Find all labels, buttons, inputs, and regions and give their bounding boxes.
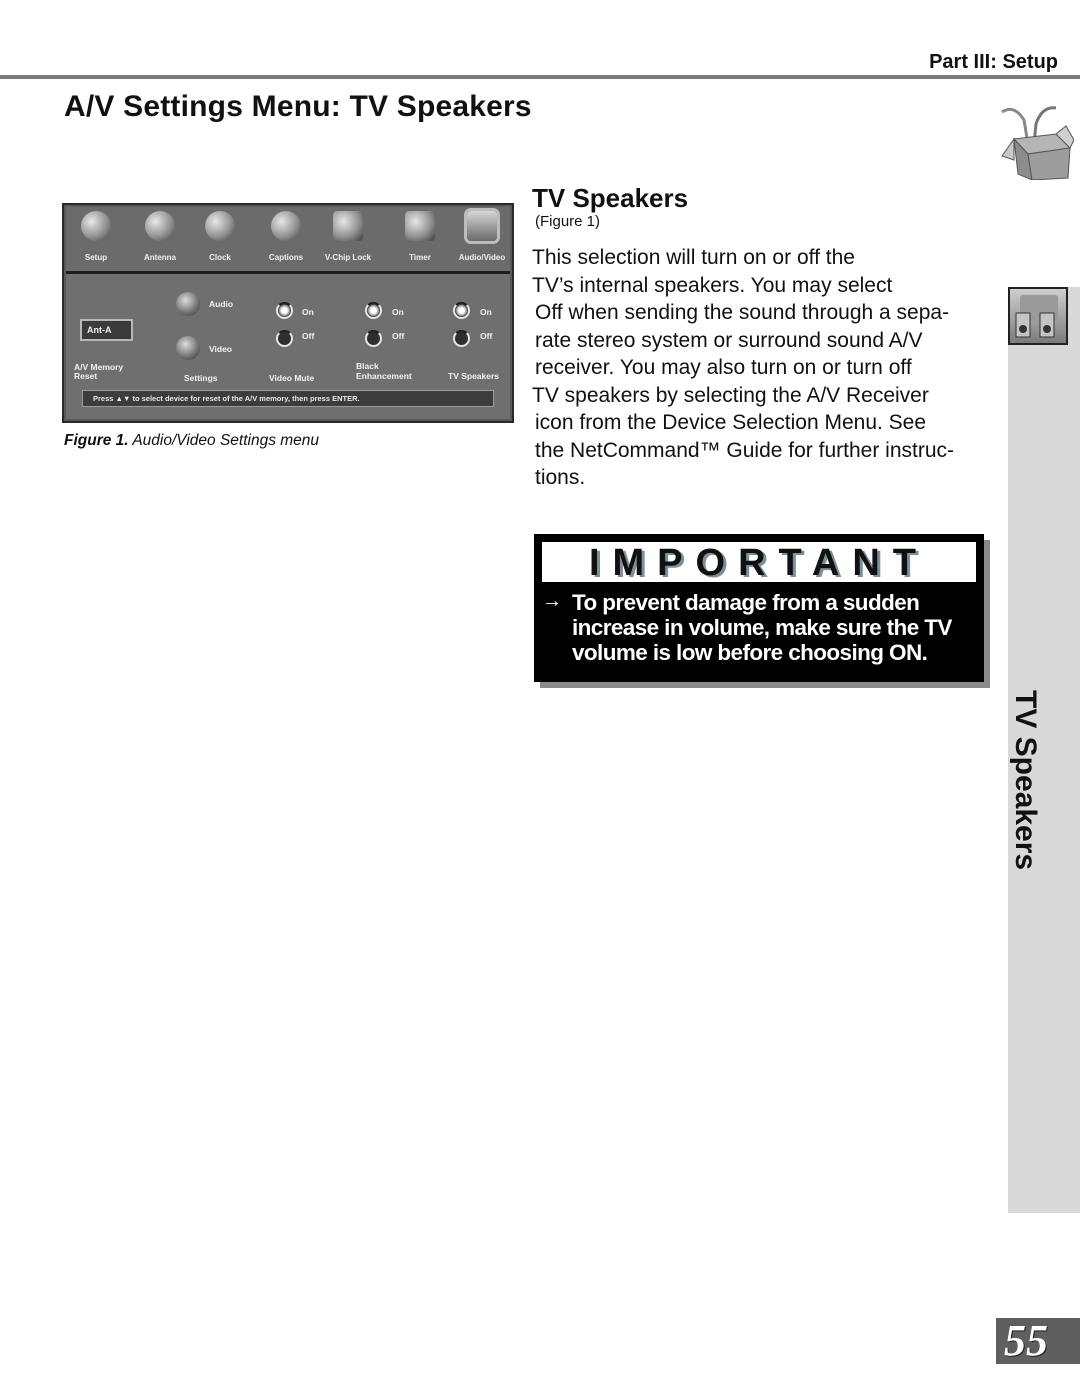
black-enhancement-on-radio	[365, 302, 382, 319]
plug-icon	[81, 211, 111, 241]
menu-item-vchip-lock: V-Chip Lock	[318, 211, 378, 262]
section-body: This selection will turn on or off the T…	[532, 244, 1002, 492]
menu-settings-panel: Ant-A A/V Memory Reset Audio Video Setti…	[66, 274, 510, 419]
on-label: On	[302, 307, 314, 317]
body-line: rate stereo system or surround sound A/V	[535, 328, 923, 352]
video-label: Video	[209, 344, 232, 354]
memory-device-box: Ant-A	[80, 319, 133, 341]
video-mute-off-radio	[276, 330, 293, 347]
header-divider	[0, 75, 1080, 79]
audio-label: Audio	[209, 299, 234, 309]
menu-item-label: V-Chip Lock	[324, 253, 372, 262]
video-knob-icon	[176, 336, 200, 360]
captions-icon	[271, 211, 301, 241]
page-number: 55	[996, 1318, 1080, 1364]
menu-item-label: Antenna	[144, 253, 176, 262]
body-line: TV speakers by selecting the A/V Receive…	[532, 383, 929, 407]
side-tab-label: TV Speakers	[1009, 690, 1042, 871]
tv-speakers-on-radio	[453, 302, 470, 319]
speakers-icon	[467, 211, 497, 241]
part-label: Part III: Setup	[929, 51, 1058, 73]
off-label: Off	[480, 331, 493, 341]
speakers-icon-graphic	[1015, 295, 1058, 338]
black-enhancement-label-line1: Black	[356, 361, 379, 371]
figure-reference: (Figure 1)	[535, 213, 601, 230]
menu-icon-bar: Setup Antenna Clock Captions V-Chip Lock…	[66, 207, 510, 274]
menu-item-timer: Timer	[390, 211, 450, 262]
menu-item-label: Clock	[209, 253, 231, 262]
body-line: tions.	[535, 466, 586, 489]
tv-speakers-label: TV Speakers	[448, 371, 500, 381]
av-settings-menu-figure: Setup Antenna Clock Captions V-Chip Lock…	[62, 203, 514, 423]
clock-icon	[205, 211, 235, 241]
open-box-icon	[1001, 106, 1074, 180]
menu-item-antenna: Antenna	[130, 211, 190, 262]
arrow-right-icon: →	[542, 590, 562, 612]
off-label: Off	[302, 331, 315, 341]
body-line: TV’s internal speakers. You may select	[532, 273, 893, 297]
menu-item-clock: Clock	[190, 211, 250, 262]
menu-status-message: Press ▲▼ to select device for reset of t…	[82, 390, 494, 407]
menu-item-label: Captions	[268, 253, 304, 262]
figure-caption-text: Audio/Video Settings menu	[128, 432, 320, 449]
menu-item-captions: Captions	[256, 211, 316, 262]
video-mute-label: Video Mute	[269, 373, 315, 383]
body-line: the NetCommand™ Guide for further instru…	[535, 438, 954, 462]
important-notice: IMPORTANT → To prevent damage from a sud…	[534, 534, 984, 682]
speakers-icon	[1008, 287, 1068, 345]
body-line: receiver. You may also turn on or turn o…	[535, 356, 912, 379]
page-title: A/V Settings Menu: TV Speakers	[64, 90, 532, 123]
important-message: To prevent damage from a sudden increase…	[572, 590, 952, 665]
tv-speakers-off-radio	[453, 330, 470, 347]
menu-item-label: Timer	[409, 253, 431, 262]
timer-icon	[405, 211, 435, 241]
on-label: On	[392, 307, 404, 317]
antenna-icon	[145, 211, 175, 241]
black-enhancement-label-line2: Enhancement	[356, 371, 412, 381]
on-label: On	[480, 307, 492, 317]
figure-caption: Figure 1. Audio/Video Settings menu	[64, 432, 319, 450]
black-enhancement-off-radio	[365, 330, 382, 347]
memory-label-line2: Reset	[74, 371, 98, 381]
menu-item-label: Setup	[84, 253, 108, 262]
padlock-icon	[333, 211, 363, 241]
menu-item-audio-video: Audio/Video	[452, 211, 512, 262]
video-mute-on-radio	[276, 302, 293, 319]
settings-label: Settings	[184, 373, 218, 383]
body-line: icon from the Device Selection Menu. See	[535, 411, 927, 434]
menu-item-setup: Setup	[66, 211, 126, 262]
menu-item-label: Audio/Video	[458, 253, 506, 262]
body-line: This selection will turn on or off the	[532, 246, 855, 269]
figure-caption-number: Figure 1.	[64, 432, 129, 449]
off-label: Off	[392, 331, 405, 341]
audio-knob-icon	[176, 292, 200, 316]
section-title: TV Speakers	[532, 183, 689, 213]
important-banner: IMPORTANT	[542, 542, 976, 584]
body-line: Off when sending the sound through a sep…	[535, 301, 950, 324]
